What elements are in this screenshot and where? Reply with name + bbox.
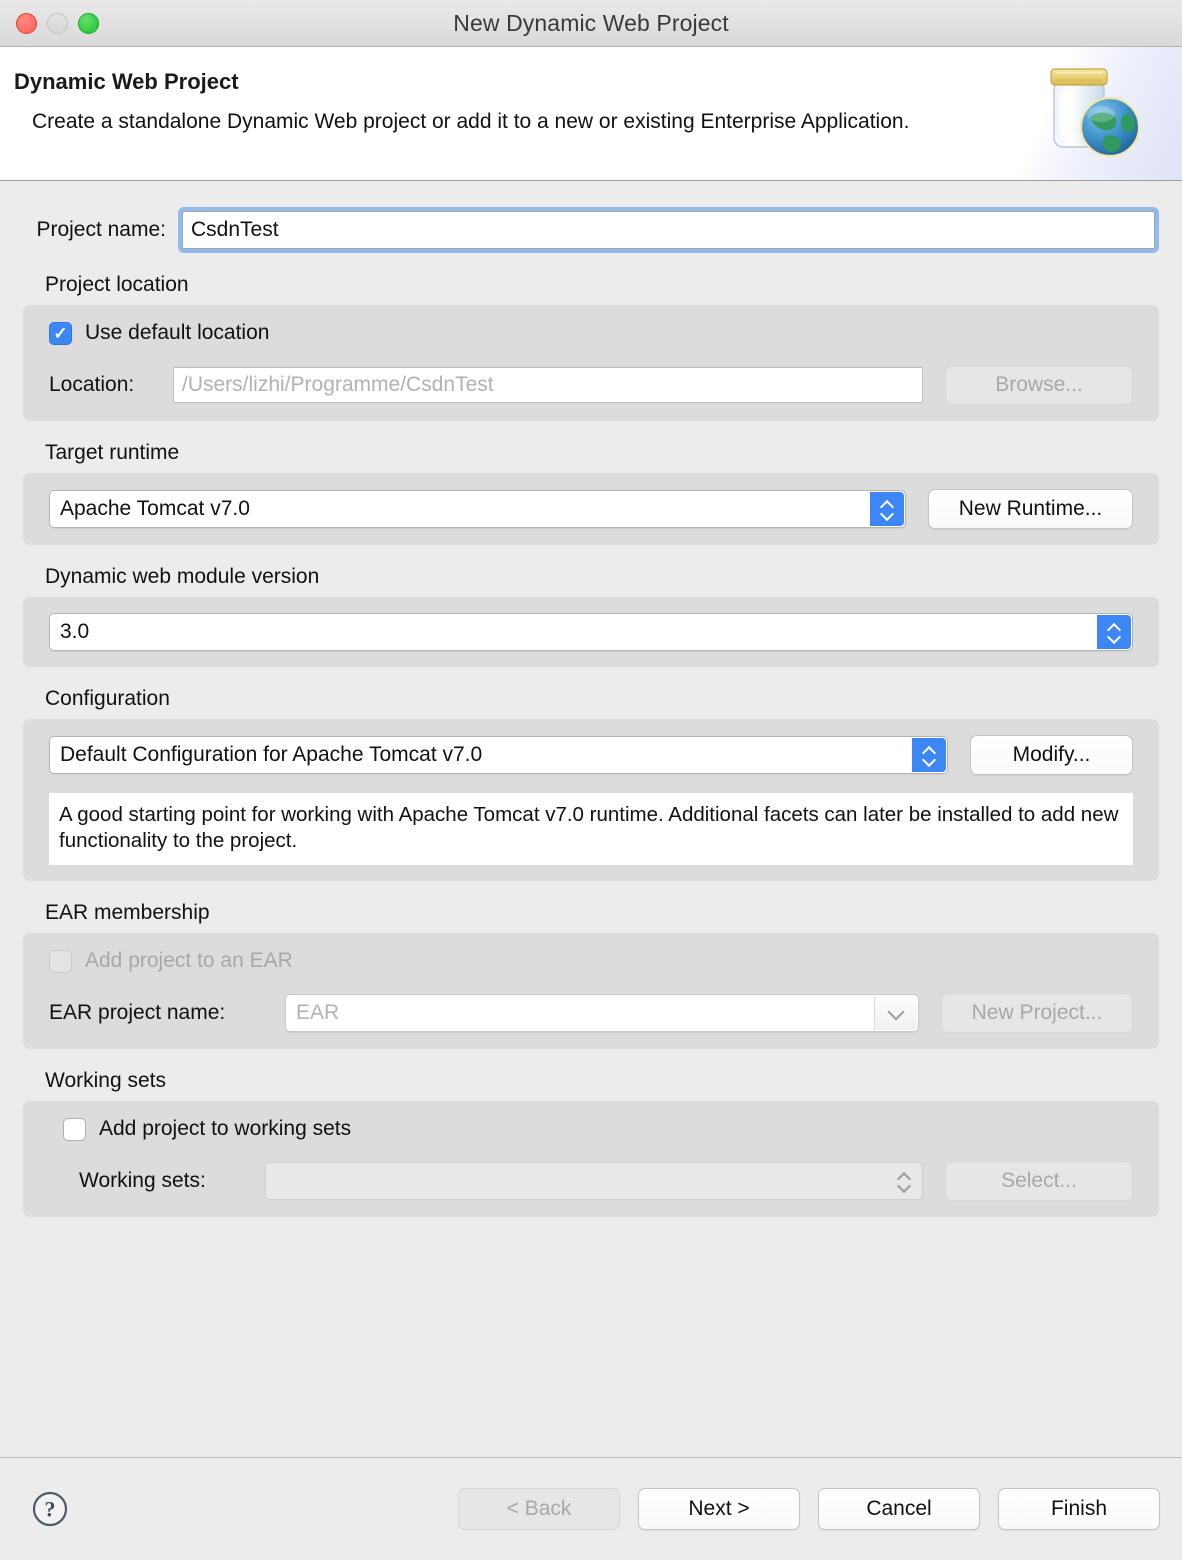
project-name-focus-ring: CsdnTest	[178, 207, 1159, 253]
use-default-location-row: ✓ Use default location	[23, 321, 1159, 345]
checkbox-unchecked-icon	[49, 949, 72, 973]
add-project-to-working-sets-label: Add project to working sets	[99, 1117, 352, 1141]
minimize-button[interactable]	[47, 12, 68, 34]
add-project-to-working-sets-checkbox[interactable]: Add project to working sets	[63, 1117, 351, 1141]
window-titlebar: New Dynamic Web Project	[0, 0, 1182, 47]
location-input[interactable]: /Users/lizhi/Programme/CsdnTest	[173, 367, 923, 403]
configuration-value: Default Configuration for Apache Tomcat …	[60, 743, 483, 766]
configuration-description: A good starting point for working with A…	[49, 793, 1133, 866]
module-version-combobox[interactable]: 3.0	[49, 613, 1133, 651]
add-project-to-ear-checkbox[interactable]: Add project to an EAR	[49, 949, 293, 973]
working-sets-section-label: Working sets	[45, 1069, 166, 1093]
project-name-row: Project name: CsdnTest	[0, 181, 1182, 253]
use-default-location-checkbox[interactable]: ✓ Use default location	[49, 321, 269, 345]
working-sets-label: Working sets:	[79, 1169, 206, 1193]
stepper-arrows-icon[interactable]	[1097, 615, 1131, 649]
checkbox-checked-icon: ✓	[49, 321, 72, 345]
wizard-footer: ? < Back Next > Cancel Finish	[0, 1457, 1182, 1560]
target-runtime-section-label: Target runtime	[45, 441, 180, 464]
working-sets-group: Add project to working sets Working sets…	[23, 1101, 1159, 1218]
modify-button[interactable]: Modify...	[970, 735, 1133, 775]
cancel-button[interactable]: Cancel	[818, 1488, 980, 1530]
add-to-ear-row: Add project to an EAR	[23, 949, 1159, 973]
module-version-group: 3.0	[23, 597, 1159, 667]
window-title: New Dynamic Web Project	[453, 9, 729, 36]
chevron-down-icon[interactable]	[874, 996, 917, 1031]
target-runtime-value: Apache Tomcat v7.0	[60, 497, 250, 520]
browse-button[interactable]: Browse...	[945, 365, 1133, 405]
project-location-section-label: Project location	[45, 273, 189, 296]
wizard-body: Project name: CsdnTest Project location …	[0, 181, 1182, 1457]
footer-buttons: < Back Next > Cancel Finish	[458, 1488, 1160, 1530]
ear-membership-section-label: EAR membership	[45, 901, 210, 925]
close-button[interactable]	[16, 12, 37, 34]
use-default-location-label: Use default location	[85, 321, 270, 344]
finish-button[interactable]: Finish	[998, 1488, 1160, 1530]
configuration-section-label: Configuration	[45, 687, 170, 710]
project-name-input[interactable]: CsdnTest	[182, 211, 1155, 249]
module-version-row: 3.0	[23, 613, 1159, 651]
war-jar-globe-icon	[1050, 68, 1141, 158]
page-title: Dynamic Web Project	[14, 69, 239, 94]
back-button[interactable]: < Back	[458, 1488, 620, 1530]
ear-project-name-value: EAR	[296, 1001, 340, 1025]
configuration-row: Default Configuration for Apache Tomcat …	[23, 735, 1159, 775]
add-project-to-ear-label: Add project to an EAR	[85, 949, 293, 973]
target-runtime-row: Apache Tomcat v7.0 New Runtime...	[23, 489, 1159, 529]
ear-project-name-label: EAR project name:	[49, 1001, 226, 1025]
location-label: Location:	[49, 373, 135, 396]
page-subtitle: Create a standalone Dynamic Web project …	[32, 110, 910, 133]
ear-project-name-row: EAR project name: EAR New Project...	[23, 993, 1159, 1034]
ear-project-name-combobox[interactable]: EAR	[285, 994, 919, 1033]
project-name-label: Project name:	[36, 218, 166, 241]
working-sets-row: Working sets: Select...	[23, 1161, 1159, 1202]
help-icon[interactable]: ?	[31, 1490, 69, 1528]
wizard-header: Dynamic Web Project Create a standalone …	[0, 47, 1182, 181]
new-project-button[interactable]: New Project...	[941, 993, 1133, 1034]
target-runtime-combobox[interactable]: Apache Tomcat v7.0	[49, 490, 906, 528]
stepper-arrows-icon[interactable]	[887, 1164, 921, 1198]
add-to-working-sets-row: Add project to working sets	[23, 1117, 1159, 1141]
configuration-group: Default Configuration for Apache Tomcat …	[23, 719, 1159, 882]
checkbox-unchecked-icon	[63, 1117, 86, 1141]
module-version-section-label: Dynamic web module version	[45, 565, 320, 588]
location-row: Location: /Users/lizhi/Programme/CsdnTes…	[23, 365, 1159, 405]
module-version-value: 3.0	[60, 620, 90, 643]
target-runtime-group: Apache Tomcat v7.0 New Runtime...	[23, 473, 1159, 545]
working-sets-combobox[interactable]	[265, 1162, 923, 1201]
configuration-combobox[interactable]: Default Configuration for Apache Tomcat …	[49, 736, 948, 774]
stepper-arrows-icon[interactable]	[912, 738, 946, 772]
stepper-arrows-icon[interactable]	[870, 492, 904, 526]
maximize-button[interactable]	[78, 12, 99, 34]
project-location-group: ✓ Use default location Location: /Users/…	[23, 305, 1159, 421]
svg-text:?: ?	[45, 1497, 56, 1522]
window-controls	[16, 0, 99, 46]
ear-membership-group: Add project to an EAR EAR project name: …	[23, 933, 1159, 1050]
select-button[interactable]: Select...	[945, 1161, 1133, 1202]
next-button[interactable]: Next >	[638, 1488, 800, 1530]
new-runtime-button[interactable]: New Runtime...	[928, 489, 1133, 529]
